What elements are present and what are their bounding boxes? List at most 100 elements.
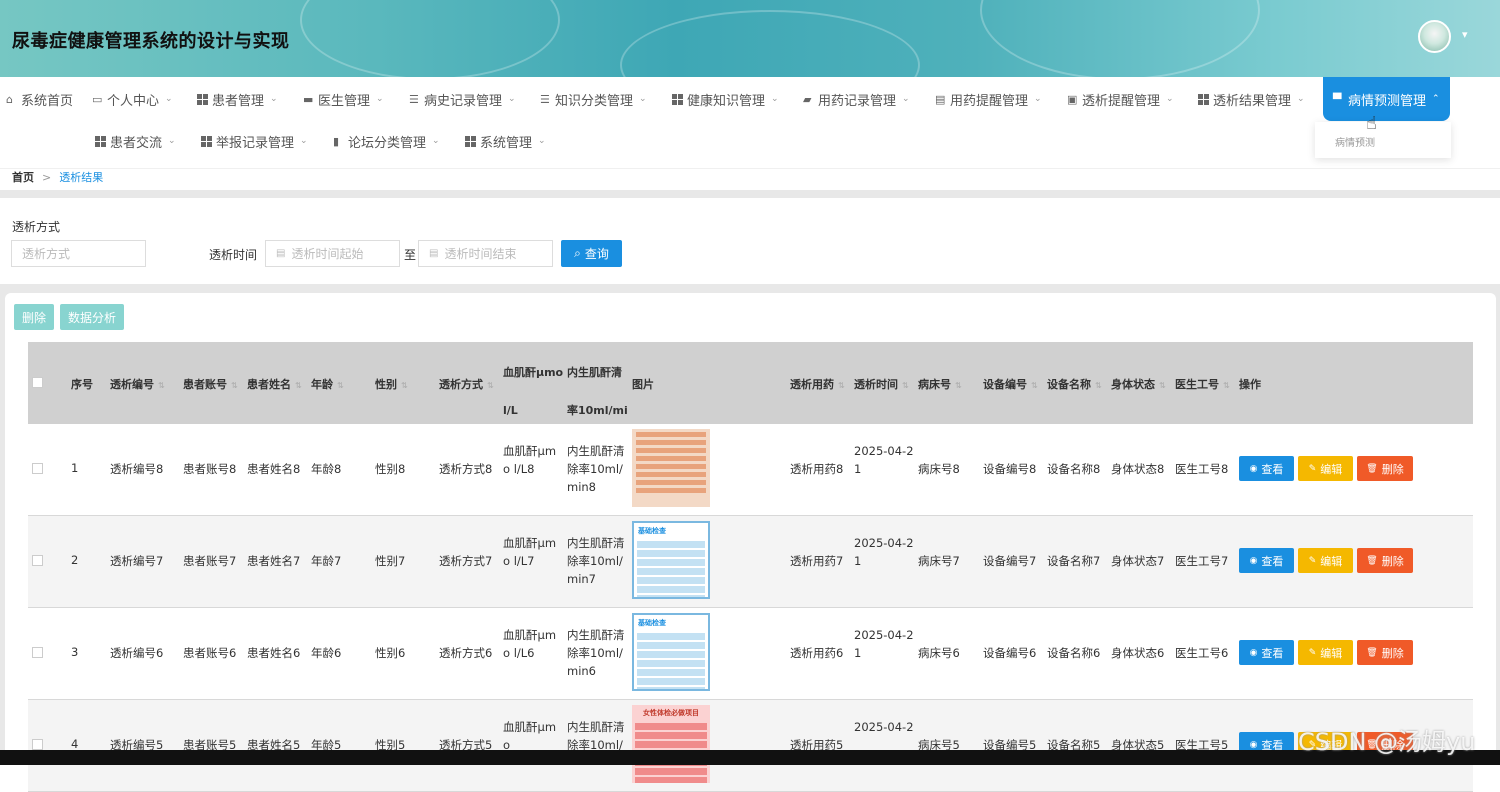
breadcrumb: 首页 > 透析结果	[12, 169, 103, 185]
batch-delete-button[interactable]: 删除	[14, 304, 54, 330]
breadcrumb-home[interactable]: 首页	[12, 171, 34, 184]
header-code[interactable]: 透析编号 ⇅	[110, 376, 165, 392]
cell-code: 透析编号8	[110, 462, 164, 476]
time-start-input[interactable]: ▤ 透析时间起始	[265, 240, 400, 267]
header-method[interactable]: 透析方式 ⇅	[439, 376, 494, 392]
nav-item-home[interactable]: ⌂ 系统首页	[6, 77, 73, 121]
mouse-pointer-icon: ☝	[1366, 113, 1377, 134]
edit-button[interactable]: ✎ 编辑	[1298, 548, 1353, 573]
cell-code: 透析编号6	[110, 646, 164, 660]
search-panel	[0, 198, 1500, 284]
view-button[interactable]: ◉ 查看	[1239, 456, 1294, 481]
record-image[interactable]: 基础检查	[632, 521, 710, 599]
thumb-line	[635, 732, 707, 739]
nav-item-report-record[interactable]: 举报记录管理 ⌄	[201, 119, 308, 163]
cell-device-code: 设备编号7	[983, 554, 1037, 568]
edit-icon: ✎	[1308, 555, 1317, 566]
sort-icon: ⇅	[487, 381, 494, 390]
nav-item-dialysis-reminder[interactable]: ▣ 透析提醒管理 ⌄	[1067, 77, 1174, 121]
edit-button[interactable]: ✎ 编辑	[1298, 640, 1353, 665]
cell-bed: 病床号8	[918, 462, 960, 476]
row-checkbox[interactable]	[32, 739, 43, 750]
delete-button[interactable]: 🗑 删除	[1357, 640, 1413, 665]
cell-bed: 病床号6	[918, 646, 960, 660]
nav-item-medication-reminder[interactable]: ▤ 用药提醒管理 ⌄	[935, 77, 1042, 121]
data-analysis-button[interactable]: 数据分析	[60, 304, 124, 330]
time-end-input[interactable]: ▤ 透析时间结束	[418, 240, 553, 267]
header-device-code[interactable]: 设备编号 ⇅	[983, 376, 1038, 392]
sort-icon: ⇅	[295, 381, 302, 390]
header-banner: 尿毒症健康管理系统的设计与实现 ▾	[0, 0, 1500, 77]
header-gender[interactable]: 性别 ⇅	[375, 376, 408, 392]
cell-scr: 血肌酐μmo	[503, 720, 557, 752]
nav-item-medication-record[interactable]: ▰ 用药记录管理 ⌄	[803, 77, 910, 121]
row-checkbox[interactable]	[32, 647, 43, 658]
eye-icon: ◉	[1249, 463, 1258, 474]
thumb-line	[637, 559, 705, 566]
nav-item-personal[interactable]: ▭ 个人中心 ⌄	[92, 77, 173, 121]
view-button[interactable]: ◉ 查看	[1239, 640, 1294, 665]
cell-gender: 性别6	[375, 646, 406, 660]
user-avatar[interactable]	[1418, 20, 1451, 53]
query-button[interactable]: ⌕ 查询	[561, 240, 622, 267]
thumb-line	[637, 595, 705, 597]
nav-item-health-knowledge[interactable]: 健康知识管理 ⌄	[672, 77, 779, 121]
thumb-line	[637, 660, 705, 667]
list-icon: ☰	[409, 92, 419, 106]
nav-item-dialysis-result[interactable]: 透析结果管理 ⌄	[1198, 77, 1305, 121]
cell-index: 1	[71, 461, 79, 475]
eye-icon: ◉	[1249, 647, 1258, 658]
header-account[interactable]: 患者账号 ⇅	[183, 376, 238, 392]
header-doctor[interactable]: 医生工号 ⇅	[1175, 376, 1230, 392]
method-input[interactable]: 透析方式	[11, 240, 146, 267]
home-icon: ⌂	[6, 92, 13, 106]
trash-icon: 🗑	[1366, 647, 1378, 658]
record-image[interactable]: 女性体检必做项目	[632, 705, 710, 783]
nav-item-history[interactable]: ☰ 病史记录管理 ⌄	[409, 77, 516, 121]
thumb-line	[636, 440, 706, 445]
cell-gender: 性别8	[375, 462, 406, 476]
record-image[interactable]	[632, 429, 710, 507]
row-checkbox[interactable]	[32, 555, 43, 566]
cell-index: 4	[71, 737, 79, 751]
header-device-name[interactable]: 设备名称 ⇅	[1047, 376, 1102, 392]
header-drug[interactable]: 透析用药 ⇅	[790, 376, 845, 392]
edit-button[interactable]: ✎ 编辑	[1298, 456, 1353, 481]
cell-name: 患者姓名7	[247, 554, 301, 568]
avatar-caret-icon[interactable]: ▾	[1462, 28, 1468, 41]
header-name[interactable]: 患者姓名 ⇅	[247, 376, 302, 392]
cell-time: 2025-04-2 1	[854, 536, 914, 568]
row-checkbox[interactable]	[32, 463, 43, 474]
header-status[interactable]: 身体状态 ⇅	[1111, 376, 1166, 392]
time-label: 透析时间	[209, 248, 258, 262]
sort-icon: ⇅	[1031, 381, 1038, 390]
select-all-checkbox[interactable]	[32, 377, 43, 388]
divider	[0, 190, 1500, 198]
cell-doctor: 医生工号8	[1175, 462, 1229, 476]
nav-item-prediction[interactable]: ▀ 病情预测管理 ⌃	[1323, 77, 1450, 121]
nav-item-patients[interactable]: 患者管理 ⌄	[197, 77, 278, 121]
thumb-line	[636, 464, 706, 469]
nav-item-doctors[interactable]: ▬ 医生管理 ⌄	[303, 77, 384, 121]
thumb-title: 基础检查	[638, 619, 666, 627]
nav-item-knowledge-category[interactable]: ☰ 知识分类管理 ⌄	[540, 77, 647, 121]
delete-button[interactable]: 🗑 删除	[1357, 548, 1413, 573]
header-age[interactable]: 年龄 ⇅	[311, 376, 344, 392]
edit-icon: ✎	[1308, 647, 1317, 658]
header-time[interactable]: 透析时间 ⇅	[854, 376, 909, 392]
record-image[interactable]: 基础检查	[632, 613, 710, 691]
delete-button[interactable]: 🗑 删除	[1357, 456, 1413, 481]
header-scr: 血肌酐μmo l/L	[503, 366, 564, 417]
cell-index: 2	[71, 553, 79, 567]
view-button[interactable]: ◉ 查看	[1239, 548, 1294, 573]
header-bed[interactable]: 病床号 ⇅	[918, 376, 962, 392]
cell-doctor: 医生工号6	[1175, 646, 1229, 660]
calendar-icon: ▣	[1067, 92, 1078, 106]
thumb-line	[637, 577, 705, 584]
dropdown-item-prediction[interactable]: 病情预测	[1335, 138, 1375, 149]
cell-device-code: 设备编号8	[983, 462, 1037, 476]
thumb-line	[636, 488, 706, 493]
nav-item-system[interactable]: 系统管理 ⌄	[465, 119, 546, 163]
nav-item-forum-category[interactable]: ▮ 论坛分类管理 ⌄	[333, 119, 440, 163]
nav-item-patient-chat[interactable]: 患者交流 ⌄	[95, 119, 176, 163]
